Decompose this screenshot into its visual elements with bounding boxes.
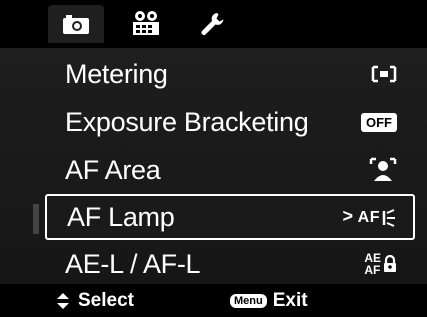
tab-camera[interactable] (48, 5, 104, 43)
video-camera-icon (133, 11, 159, 35)
menu-item-label: AF Area (65, 154, 161, 185)
ae-af-stack: AE AF (364, 252, 381, 276)
af-lamp-icon (382, 209, 395, 227)
menu-item-label: AE-L / AF-L (65, 248, 201, 279)
ae-af-lock-value: AE AF (364, 242, 397, 286)
menu-item-af-area[interactable]: AF Area (45, 148, 415, 192)
af-lamp-text: AF (357, 209, 380, 226)
top-tab-bar (0, 0, 427, 48)
exit-label: Exit (272, 289, 308, 311)
face-af-area-icon (369, 148, 397, 192)
select-label: Select (78, 289, 134, 311)
submenu-arrow-icon: > (342, 205, 353, 226)
select-hint: Select (56, 284, 134, 317)
footer-hint-bar: Select Menu Exit (0, 284, 427, 317)
af-text: AF (364, 263, 381, 277)
wrench-icon (201, 13, 224, 36)
off-badge: OFF (361, 112, 397, 132)
menu-item-label: AF Lamp (67, 201, 175, 232)
menu-item-ae-l-af-l[interactable]: AE-L / AF-L AE AF (45, 242, 415, 286)
lock-icon (384, 255, 396, 272)
spot-metering-icon (371, 52, 397, 96)
camera-icon (63, 15, 89, 34)
af-lamp-value: AF (358, 196, 397, 240)
up-down-arrows-icon (57, 292, 69, 309)
exposure-bracketing-value: OFF (361, 100, 397, 144)
menu-item-exposure-bracketing[interactable]: Exposure Bracketing OFF (45, 100, 415, 144)
exit-hint: Menu Exit (230, 284, 308, 317)
tab-video[interactable] (118, 5, 176, 43)
tab-setup[interactable] (186, 5, 238, 43)
scrollbar[interactable] (33, 204, 39, 234)
menu-item-label: Metering (65, 58, 168, 89)
menu-item-metering[interactable]: Metering (45, 52, 415, 96)
menu-item-af-lamp[interactable]: AF Lamp > AF (45, 194, 415, 240)
menu-button-badge: Menu (230, 293, 267, 308)
menu-item-label: Exposure Bracketing (65, 106, 309, 137)
settings-menu: Metering Exposure Bracketing OFF AF Area… (0, 48, 427, 284)
